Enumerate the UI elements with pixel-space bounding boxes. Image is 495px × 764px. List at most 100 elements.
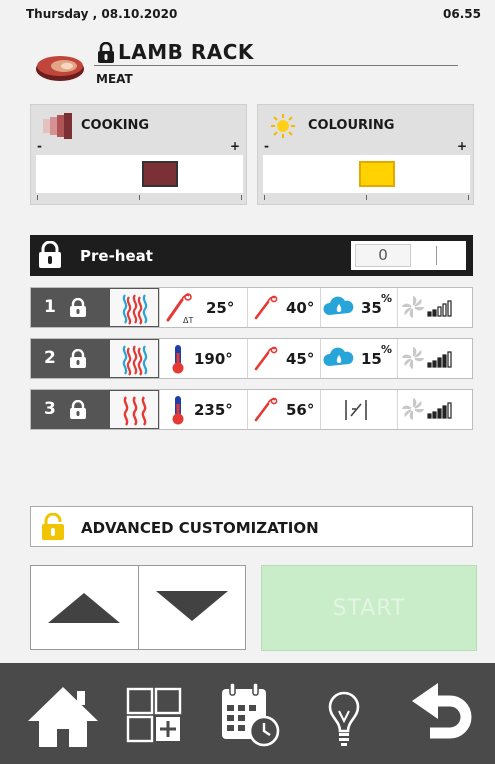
tips-button[interactable]: [310, 681, 384, 751]
phase-core-temp-value: 45°: [286, 350, 315, 368]
add-program-icon: [126, 687, 182, 743]
phase-humidity-value: 15: [361, 350, 382, 368]
advanced-customization-button[interactable]: ADVANCED CUSTOMIZATION: [30, 506, 473, 547]
toggle-divider: [436, 246, 437, 265]
recipe-title[interactable]: LAMB RACK: [118, 40, 254, 64]
phase-humidity-cell[interactable]: 35 %: [320, 288, 397, 327]
cooking-tick: [241, 195, 242, 200]
phase-row-1[interactable]: 1 ΔT 25° 40° 35 %: [30, 287, 473, 328]
cooking-tick: [37, 195, 38, 200]
start-button[interactable]: START: [261, 565, 477, 651]
phase-humidity-unit: %: [381, 343, 393, 356]
colouring-minus[interactable]: -: [264, 139, 269, 153]
combi-steam-mode-icon[interactable]: [109, 339, 159, 378]
thermometer-icon: [172, 396, 184, 425]
calendar-schedule-icon: [222, 682, 280, 747]
phase-fan-cell[interactable]: [397, 390, 472, 429]
phase-core-temp-cell[interactable]: 56°: [247, 390, 320, 429]
meat-icon: [34, 52, 86, 86]
core-probe-icon: [254, 295, 278, 320]
phase-temperature-cell[interactable]: ΔT 25°: [159, 288, 247, 327]
phase-humidity-cell[interactable]: 15 %: [320, 339, 397, 378]
status-date: Thursday , 08.10.2020: [26, 7, 178, 21]
phase-temperature-value: 190°: [194, 350, 233, 368]
phase-number: 3: [44, 399, 56, 419]
colouring-level-marker[interactable]: [359, 161, 395, 187]
unlock-icon: [69, 348, 87, 373]
cooking-plus[interactable]: +: [230, 139, 240, 153]
back-button[interactable]: [404, 681, 478, 751]
preheat-value[interactable]: 0: [355, 244, 411, 267]
phase-humidity-unit: %: [381, 292, 393, 305]
phase-core-temp-value: 40°: [286, 299, 315, 317]
preheat-label: Pre-heat: [80, 247, 153, 265]
phase-row-3[interactable]: 3 235° 56°: [30, 389, 473, 430]
phase-navigation: [30, 565, 246, 650]
core-probe-icon: [254, 397, 278, 422]
steam-cloud-icon: [323, 347, 354, 366]
phase-number-cell[interactable]: 3: [31, 390, 109, 429]
unlock-icon: [69, 399, 87, 424]
cooking-minus[interactable]: -: [37, 139, 42, 153]
svg-text:ΔT: ΔT: [183, 316, 193, 324]
convection-mode-icon[interactable]: [109, 390, 159, 429]
unlock-icon: [69, 297, 87, 322]
phase-fan-cell[interactable]: [397, 288, 472, 327]
phase-number-cell[interactable]: 2: [31, 339, 109, 378]
arrow-down-icon: [156, 591, 228, 621]
schedule-button[interactable]: [214, 681, 288, 751]
fan-speed-icon: [402, 296, 452, 318]
advanced-customization-label: ADVANCED CUSTOMIZATION: [81, 519, 319, 537]
cooking-level-marker[interactable]: [142, 161, 178, 187]
colouring-panel[interactable]: COLOURING - +: [257, 104, 474, 205]
up-arrow-button[interactable]: [31, 566, 138, 649]
sun-icon: [268, 113, 298, 143]
cooking-scale[interactable]: [36, 155, 243, 193]
thermometer-icon: [172, 345, 184, 374]
cooking-tick: [139, 195, 140, 200]
lightbulb-icon: [328, 691, 360, 746]
home-icon: [28, 687, 98, 747]
home-button[interactable]: [26, 681, 100, 751]
colouring-tick: [366, 195, 367, 200]
arrow-up-icon: [48, 593, 120, 623]
core-probe-icon: [254, 346, 278, 371]
title-underline: [94, 65, 458, 66]
combi-steam-mode-icon[interactable]: [109, 288, 159, 327]
phase-humidity-cell[interactable]: [320, 390, 397, 429]
cooking-panel[interactable]: COOKING - +: [30, 104, 247, 205]
phase-number-cell[interactable]: 1: [31, 288, 109, 327]
phase-core-temp-cell[interactable]: 40°: [247, 288, 320, 327]
colouring-tick: [468, 195, 469, 200]
status-bar: Thursday , 08.10.2020 06.55: [0, 0, 495, 28]
damper-open-icon: [345, 400, 367, 420]
recipe-header: LAMB RACK MEAT: [0, 30, 495, 90]
phase-temperature-cell[interactable]: 190°: [159, 339, 247, 378]
colouring-scale[interactable]: [263, 155, 470, 193]
down-arrow-button[interactable]: [138, 566, 245, 649]
cooking-label: COOKING: [81, 118, 150, 133]
phase-fan-cell[interactable]: [397, 339, 472, 378]
colouring-tick: [264, 195, 265, 200]
phase-temperature-value: 235°: [194, 401, 233, 419]
preheat-toggle[interactable]: 0: [351, 241, 466, 270]
preheat-row[interactable]: Pre-heat 0: [30, 235, 473, 276]
steam-cloud-icon: [323, 296, 354, 315]
lock-icon: [41, 512, 65, 545]
phase-number: 2: [44, 348, 56, 368]
phase-temperature-value: 25°: [206, 299, 235, 317]
lock-icon: [37, 240, 63, 273]
phase-humidity-value: 35: [361, 299, 382, 317]
colouring-label: COLOURING: [308, 118, 395, 133]
recipe-category: MEAT: [96, 72, 133, 86]
back-icon: [412, 683, 472, 739]
delta-t-probe-icon: ΔT: [166, 293, 193, 324]
phase-row-2[interactable]: 2 190° 45° 15 %: [30, 338, 473, 379]
phase-temperature-cell[interactable]: 235°: [159, 390, 247, 429]
cooking-level-icon: [41, 113, 75, 143]
phase-core-temp-value: 56°: [286, 401, 315, 419]
phase-core-temp-cell[interactable]: 45°: [247, 339, 320, 378]
colouring-plus[interactable]: +: [457, 139, 467, 153]
fan-speed-icon: [402, 398, 452, 420]
add-program-button[interactable]: [120, 681, 194, 751]
